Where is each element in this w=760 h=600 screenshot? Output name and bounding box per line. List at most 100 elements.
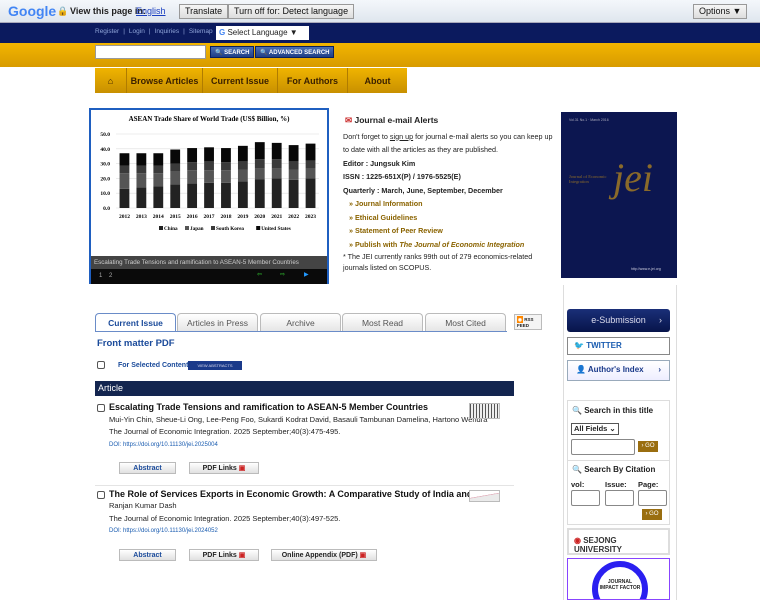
bar-segment-south-korea	[187, 162, 198, 171]
y-tick-label: 30.0	[100, 162, 110, 168]
tab-archive[interactable]: Archive	[260, 313, 341, 332]
tab-most-read[interactable]: Most Read	[342, 313, 423, 332]
options-button[interactable]: Options ▼	[693, 4, 748, 19]
abstract-button[interactable]: Abstract	[119, 549, 176, 561]
search-input[interactable]	[95, 45, 206, 59]
ethical-guidelines-link[interactable]: » Ethical Guidelines	[343, 211, 558, 225]
nav-current-issue[interactable]: Current Issue	[203, 68, 278, 93]
abstract-button[interactable]: Abstract	[119, 462, 176, 474]
bar-segment-japan	[204, 170, 214, 183]
x-tick-label: 2023	[305, 214, 316, 220]
advanced-search-button[interactable]: 🔍 ADVANCED SEARCH	[255, 46, 335, 58]
page-2[interactable]: 2	[109, 273, 112, 279]
view-abstracts-button[interactable]: VIEW ABSTRACTS	[188, 361, 242, 370]
twitter-button[interactable]: 🐦 TWITTER	[567, 337, 670, 355]
legend-label: United States	[261, 226, 291, 232]
pdf-links-button[interactable]: PDF Links ▣	[189, 549, 259, 561]
front-matter-link[interactable]: Front matter PDF	[97, 338, 175, 349]
search-icon: 🔍	[572, 406, 582, 415]
featured-banner[interactable]: ASEAN Trade Share of World Trade (US$ Bi…	[89, 108, 329, 284]
vol-input[interactable]	[571, 490, 600, 506]
page-1[interactable]: 1	[99, 273, 102, 279]
translate-button[interactable]: Translate	[179, 4, 229, 19]
field-select[interactable]: All Fields ⌄	[571, 423, 619, 435]
journal-information-link[interactable]: » Journal Information	[343, 197, 558, 211]
article-thumbnail[interactable]	[469, 490, 500, 502]
x-tick-label: 2018	[220, 214, 231, 220]
tab-most-cited[interactable]: Most Cited	[425, 313, 506, 332]
article-checkbox[interactable]	[97, 404, 105, 412]
authors-index-button[interactable]: 👤 Author's Index ›	[567, 360, 670, 381]
next-arrow-icon[interactable]: ⇨	[280, 271, 285, 278]
y-tick-label: 0.0	[103, 206, 110, 212]
quarterly: Quarterly : March, June, September, Dece…	[343, 185, 503, 195]
rss-feed-icon[interactable]: ◉ RSS FEED	[514, 314, 542, 330]
article-checkbox[interactable]	[97, 491, 105, 499]
tab-current-issue[interactable]: Current Issue	[95, 313, 176, 332]
tab-articles-in-press[interactable]: Articles in Press	[177, 313, 258, 332]
article-doi[interactable]: DOI: https://doi.org/10.11130/jei.202500…	[97, 439, 517, 452]
article-doi[interactable]: DOI: https://doi.org/10.11130/jei.202405…	[97, 525, 517, 538]
search-button[interactable]: 🔍 SEARCH	[210, 46, 255, 58]
bar-segment-china	[153, 186, 164, 208]
legend-swatch	[256, 226, 261, 230]
inquiries-link[interactable]: Inquiries	[155, 28, 180, 35]
nav-browse-articles[interactable]: Browse Articles	[127, 68, 203, 93]
google-logo: Google	[8, 3, 57, 19]
home-icon[interactable]: ⌂	[95, 68, 127, 93]
citation-go-button[interactable]: › GO	[642, 509, 662, 520]
publish-link[interactable]: » Publish with The Journal of Economic I…	[343, 238, 558, 252]
bar-segment-south-korea	[119, 165, 130, 174]
sejong-university-link[interactable]: ◉ SEJONG UNIVERSITY	[567, 528, 670, 555]
bar-segment-japan	[254, 168, 265, 180]
language-select[interactable]: English	[136, 6, 166, 16]
online-appendix-button[interactable]: Online Appendix (PDF) ▣	[271, 549, 377, 561]
bar-segment-japan	[119, 173, 130, 189]
jcr-badge[interactable]: JOURNAL IMPACT FACTOR	[567, 558, 670, 600]
article-title[interactable]: The Role of Services Exports in Economic…	[97, 488, 517, 500]
alerts-title[interactable]: Journal e-mail Alerts	[355, 115, 439, 125]
pdf-links-button[interactable]: PDF Links ▣	[189, 462, 259, 474]
select-all-checkbox[interactable]	[97, 361, 105, 369]
nav-about[interactable]: About	[348, 68, 407, 93]
bar-segment-japan	[136, 173, 147, 188]
bar-segment-united-states	[221, 148, 231, 163]
peer-review-link[interactable]: » Statement of Peer Review	[343, 224, 558, 238]
article-thumbnail[interactable]	[469, 403, 500, 419]
go-button[interactable]: › GO	[638, 441, 658, 452]
select-language-dropdown[interactable]: G Select Language ▼	[216, 26, 309, 40]
register-link[interactable]: Register	[95, 28, 119, 35]
search-title: Search in this title	[584, 406, 654, 415]
article-title[interactable]: Escalating Trade Tensions and ramificati…	[97, 401, 517, 414]
chart-title: ASEAN Trade Share of World Trade (US$ Bi…	[129, 115, 290, 123]
sign-up-link[interactable]: sign up	[390, 132, 413, 141]
turn-off-button[interactable]: Turn off for: Detect language	[228, 4, 355, 19]
issue-input[interactable]	[605, 490, 634, 506]
for-selected-label: For Selected Content	[118, 362, 189, 369]
x-tick-label: 2014	[153, 214, 164, 220]
author-icon: 👤	[576, 365, 586, 374]
nav-for-authors[interactable]: For Authors	[278, 68, 348, 93]
bar-segment-japan	[237, 169, 248, 182]
bar-segment-japan	[187, 170, 198, 184]
bar-segment-united-states	[237, 145, 248, 162]
x-tick-label: 2013	[136, 214, 147, 220]
page-input[interactable]	[638, 490, 667, 506]
legend-swatch	[159, 226, 163, 230]
bar-segment-south-korea	[153, 165, 164, 174]
bar-segment-china	[170, 184, 181, 208]
e-submission-button[interactable]: e-Submission ›	[567, 309, 670, 332]
jei-logo: jei	[613, 155, 653, 200]
x-tick-label: 2021	[271, 214, 282, 220]
login-link[interactable]: Login	[129, 28, 145, 35]
citation-title: Search By Citation	[584, 465, 656, 474]
sitemap-link[interactable]: Sitemap	[189, 28, 213, 35]
play-icon[interactable]: ▶	[304, 271, 309, 278]
pdf-icon: ▣	[238, 552, 246, 559]
bar-segment-china	[221, 182, 231, 208]
title-search-input[interactable]	[571, 439, 635, 455]
y-tick-label: 40.0	[100, 147, 110, 153]
prev-arrow-icon[interactable]: ⇦	[257, 271, 262, 278]
journal-cover[interactable]: Vol.31 No.1 · March 2016 Journal of Econ…	[561, 112, 677, 278]
bar-segment-united-states	[271, 142, 282, 160]
